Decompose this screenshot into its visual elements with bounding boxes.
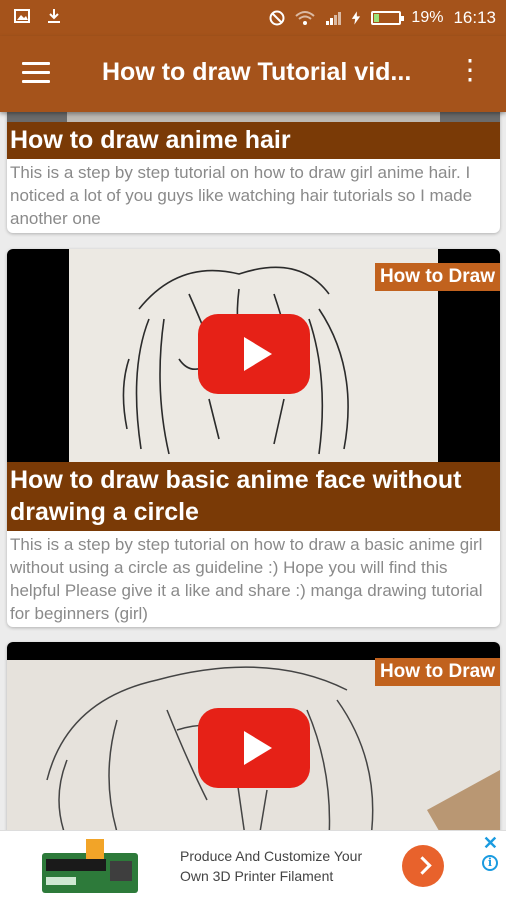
channel-badge: How to Draw [374,263,500,291]
video-thumbnail[interactable] [7,112,500,122]
video-thumbnail[interactable]: How to Draw [7,249,500,462]
clock: 16:13 [453,8,496,27]
video-card[interactable]: How to Draw [7,642,500,830]
wifi-icon [295,11,316,25]
image-icon [14,9,30,23]
hamburger-menu-icon[interactable] [22,62,50,86]
video-description: This is a step by step tutorial on how t… [10,163,473,228]
ad-close-icon[interactable]: ✕ [483,833,498,854]
ad-product-image [42,839,138,893]
app-title: How to draw Tutorial vid... [102,58,412,86]
video-title: How to draw basic anime face without dra… [7,462,500,531]
video-title: How to draw anime hair [7,122,500,159]
ad-banner[interactable]: Produce And Customize Your Own 3D Printe… [0,830,506,900]
video-description: This is a step by step tutorial on how t… [10,535,483,623]
download-icon [48,9,60,23]
status-bar: 19% 16:13 [0,0,506,36]
play-button-icon[interactable] [198,708,310,788]
app-bar: How to draw Tutorial vid... ⋮ [0,36,506,112]
charging-icon [352,11,361,25]
battery-icon [371,11,405,25]
ad-info-icon[interactable]: i [482,855,498,871]
signal-icon [326,12,342,25]
do-not-disturb-icon [269,10,285,26]
video-card[interactable]: How to draw anime hair This is a step by… [7,112,500,233]
play-button-icon[interactable] [198,314,310,394]
video-thumbnail[interactable]: How to Draw [7,642,500,830]
video-feed[interactable]: How to draw anime hair This is a step by… [0,112,506,830]
video-card[interactable]: How to Draw How to draw basic anime face… [7,249,500,627]
battery-percent: 19% [411,9,444,26]
ad-text[interactable]: Produce And Customize Your Own 3D Printe… [180,846,390,886]
ad-open-arrow-icon[interactable] [402,845,444,887]
more-vert-icon[interactable]: ⋮ [456,56,484,88]
channel-badge: How to Draw [374,658,500,686]
